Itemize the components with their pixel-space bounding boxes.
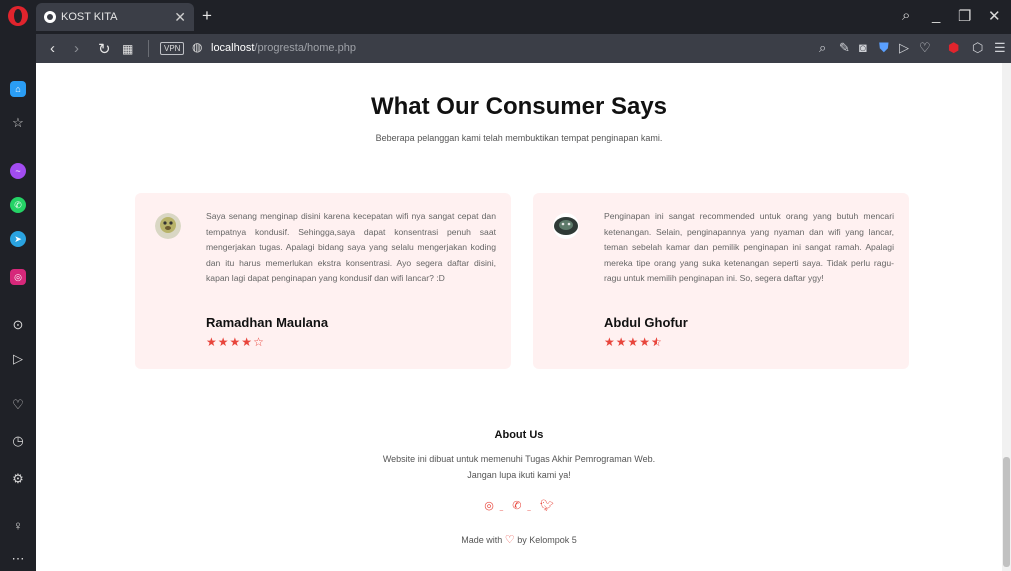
testimonial-card: Saya senang menginap disini karena kecep… [135, 193, 511, 369]
whatsapp-link-icon[interactable]: ✆ [512, 500, 521, 512]
separator-dot: _ [499, 505, 504, 511]
extensions-icon[interactable]: ⬡ [972, 40, 983, 56]
ublock-icon[interactable]: ⬢ [948, 40, 959, 56]
restore-icon[interactable]: ❐ [958, 7, 971, 25]
tabs-grid-icon[interactable]: ▦ [122, 42, 133, 56]
history-icon[interactable]: ◷ [10, 433, 26, 449]
scrollbar[interactable] [1002, 63, 1011, 571]
made-with-credit: Made with ♡ by Kelompok 5 [36, 533, 1002, 546]
url-field[interactable]: localhost/progresta/home.php [211, 42, 356, 54]
twitter-link-icon[interactable]: 🐦︎ [540, 500, 554, 512]
opera-logo-icon[interactable] [8, 6, 28, 26]
social-links: ◎ _ ✆ _ 🐦︎ [36, 499, 1002, 512]
scrollbar-thumb[interactable] [1003, 457, 1010, 567]
url-path: /progresta/home.php [254, 42, 356, 54]
heart-icon: ♡ [504, 534, 515, 546]
testimonial-name: Ramadhan Maulana [206, 315, 329, 330]
rating-stars: ★★★★☆★ [604, 335, 663, 349]
new-tab-icon[interactable]: + [202, 6, 212, 26]
star-full-icon: ★ [615, 335, 628, 349]
testimonial-quote: Penginapan ini sangat recommended untuk … [604, 211, 894, 283]
tips-bulb-icon[interactable]: ♀ [10, 517, 26, 533]
about-us-line: Jangan lupa ikuti kami ya! [467, 470, 571, 480]
page-viewport: What Our Consumer Says Beberapa pelangga… [36, 63, 1011, 571]
heart-icon[interactable]: ♡ [919, 40, 931, 56]
testimonial-name: Abdul Ghofur [604, 315, 688, 330]
reload-icon[interactable]: ↻ [98, 40, 111, 58]
minimize-icon[interactable]: _ [932, 7, 940, 24]
star-full-icon: ★ [217, 335, 230, 349]
player-icon[interactable]: ⊙ [10, 317, 26, 333]
close-tab-icon[interactable]: ✕ [174, 9, 186, 26]
star-half-icon: ☆★ [651, 335, 663, 349]
made-with-prefix: Made with [461, 535, 503, 545]
instagram-icon[interactable]: ◎ [10, 269, 26, 285]
url-host: localhost [211, 42, 255, 54]
tab-title: KOST KITA [61, 11, 118, 23]
menu-settings-icon[interactable]: ☰ [994, 40, 1006, 56]
star-full-icon: ★ [604, 335, 616, 349]
star-empty-icon: ☆ [253, 335, 265, 349]
star-full-icon: ★ [229, 335, 242, 349]
separator-dot: _ [527, 505, 531, 511]
shield-icon[interactable]: ⛊ [879, 40, 889, 56]
forward-icon[interactable]: › [74, 40, 79, 57]
flow-icon[interactable]: ▷ [10, 351, 26, 367]
send-icon[interactable]: ▷ [899, 40, 909, 56]
more-icon[interactable]: ⋯ [10, 551, 26, 567]
edit-icon[interactable]: ✎ [839, 40, 850, 56]
address-bar: ‹ › ↻ ▦ VPN ◍ localhost/progresta/home.p… [36, 34, 1011, 63]
camera-icon[interactable]: ◙ [859, 40, 867, 55]
testimonial-quote: Saya senang menginap disini karena kecep… [206, 211, 496, 283]
testimonials-subtitle: Beberapa pelanggan kami telah membuktika… [375, 133, 663, 143]
star-full-icon: ★ [639, 335, 652, 349]
favorites-heart-icon[interactable]: ♡ [10, 397, 26, 413]
bookmarks-star-icon[interactable]: ☆ [10, 115, 26, 131]
tab-bar: KOST KITA ✕ + ⌕ _ ❐ ✕ [0, 0, 1011, 34]
opera-sidebar: ⌂ ☆ ~ ✆ ➤ ◎ ⊙ ▷ ♡ ◷ ⚙ ♀ ⋯ [0, 63, 36, 571]
settings-gear-icon[interactable]: ⚙ [10, 471, 26, 487]
search-tabs-icon[interactable]: ⌕ [902, 7, 910, 24]
vpn-badge[interactable]: VPN [160, 42, 185, 55]
tab-kost-kita[interactable]: KOST KITA ✕ [36, 3, 194, 31]
star-full-icon: ★ [206, 335, 218, 349]
divider [148, 40, 149, 57]
browser-window: KOST KITA ✕ + ⌕ _ ❐ ✕ ‹ › ↻ ▦ VPN ◍ loca… [0, 0, 1011, 571]
about-us-title: About Us [494, 429, 544, 441]
back-icon[interactable]: ‹ [50, 40, 55, 57]
star-full-icon: ★ [627, 335, 640, 349]
made-with-suffix: by Kelompok 5 [517, 535, 577, 545]
instagram-link-icon[interactable]: ◎ [484, 500, 494, 512]
messenger-icon[interactable]: ~ [10, 163, 26, 179]
testimonial-card: Penginapan ini sangat recommended untuk … [533, 193, 909, 369]
about-us-text: Website ini dibuat untuk memenuhi Tugas … [36, 451, 1002, 483]
tab-favicon-icon [44, 11, 56, 23]
star-full-icon: ★ [241, 335, 254, 349]
close-window-icon[interactable]: ✕ [988, 7, 1001, 25]
home-icon[interactable]: ⌂ [10, 81, 26, 97]
testimonials-title: What Our Consumer Says [370, 93, 668, 120]
rating-stars: ★★★★☆ [206, 335, 265, 349]
search-icon[interactable]: ⌕ [819, 40, 826, 56]
globe-icon[interactable]: ◍ [192, 40, 202, 54]
about-us-line: Website ini dibuat untuk memenuhi Tugas … [382, 454, 656, 464]
avatar [155, 213, 181, 239]
avatar [553, 213, 579, 239]
telegram-icon[interactable]: ➤ [10, 231, 26, 247]
whatsapp-icon[interactable]: ✆ [10, 197, 26, 213]
